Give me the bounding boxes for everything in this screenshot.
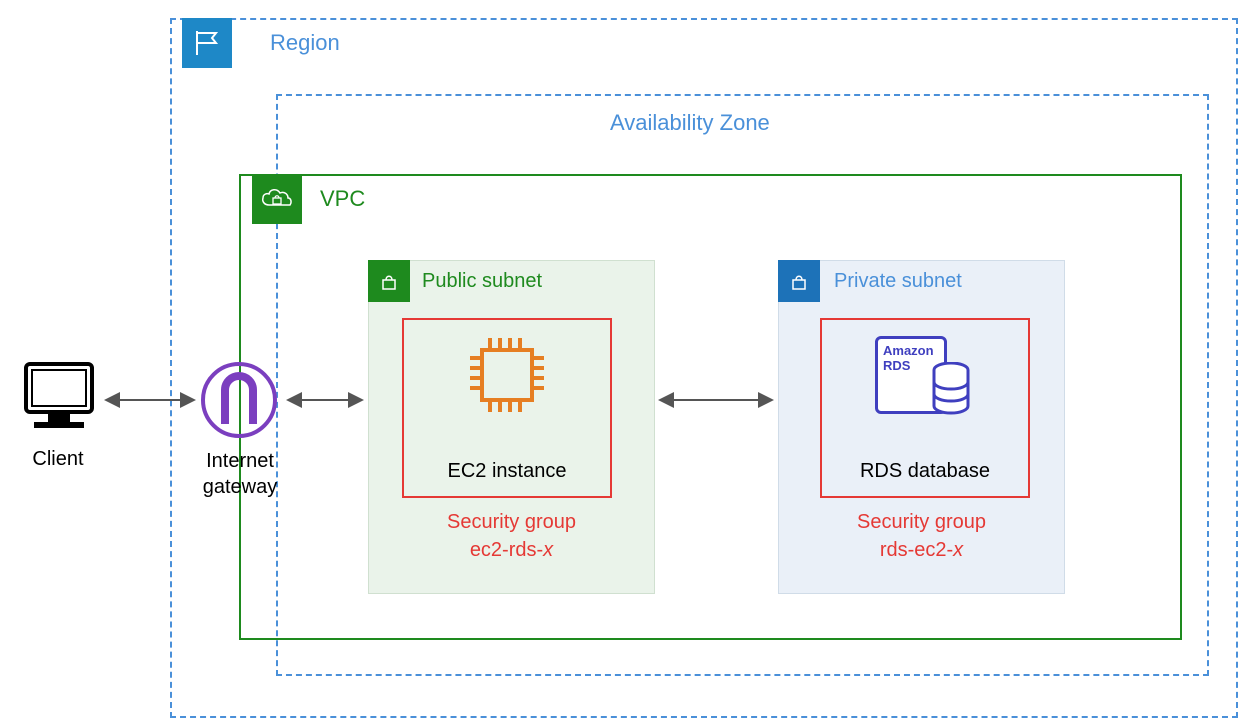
client-icon xyxy=(18,356,100,438)
cloud-lock-icon xyxy=(260,185,294,213)
private-subnet-label: Private subnet xyxy=(834,270,962,293)
vpc-label: VPC xyxy=(320,186,365,212)
sg-ec2-name-prefix: ec2-rds- xyxy=(470,539,543,561)
region-label: Region xyxy=(270,30,340,56)
db-cylinder-icon xyxy=(930,362,972,416)
igw-label: Internet gateway xyxy=(190,448,290,500)
sg-ec2-name-suffix: x xyxy=(543,539,553,561)
region-flag-icon xyxy=(182,18,232,68)
vpc-icon-box xyxy=(252,174,302,224)
sg-rds-label: Security group rds-ec2-x xyxy=(778,508,1065,564)
lock-icon xyxy=(377,269,401,293)
rds-label: RDS database xyxy=(820,460,1030,483)
arrow-ec2-rds xyxy=(654,390,778,410)
sg-ec2-label: Security group ec2-rds-x xyxy=(368,508,655,564)
arrow-client-igw xyxy=(100,390,200,410)
az-label: Availability Zone xyxy=(610,110,770,136)
client-label: Client xyxy=(8,448,108,471)
sg-ec2-title: Security group xyxy=(447,511,576,533)
ec2-chip-icon xyxy=(460,328,554,422)
arrow-igw-ec2 xyxy=(282,390,368,410)
igw-label-line1: Internet xyxy=(206,450,274,472)
igw-label-line2: gateway xyxy=(203,476,278,498)
sg-rds-name-suffix: x xyxy=(953,539,963,561)
igw-icon xyxy=(199,360,279,440)
ec2-label: EC2 instance xyxy=(402,460,612,483)
flag-icon xyxy=(192,28,222,58)
sg-rds-title: Security group xyxy=(857,511,986,533)
rds-brand-bottom: RDS xyxy=(883,358,910,373)
rds-icon: Amazon RDS xyxy=(875,336,975,424)
private-subnet-icon xyxy=(778,260,820,302)
rds-brand-top: Amazon xyxy=(883,343,934,358)
lock-icon xyxy=(787,269,811,293)
sg-rds-name-prefix: rds-ec2- xyxy=(880,539,953,561)
public-subnet-label: Public subnet xyxy=(422,270,542,293)
public-subnet-icon xyxy=(368,260,410,302)
